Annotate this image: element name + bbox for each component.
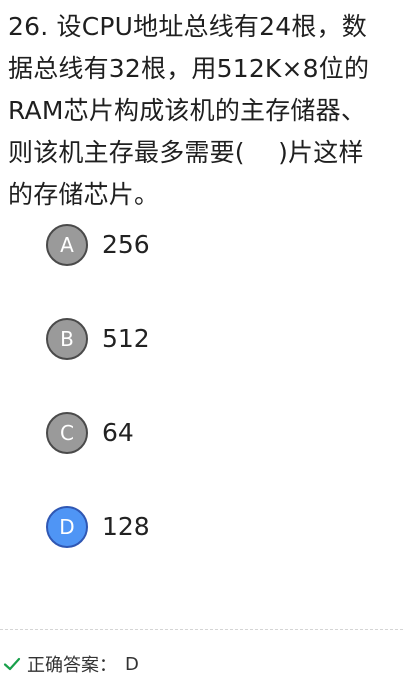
correct-answer-label: 正确答案：: [27, 655, 117, 676]
option-d[interactable]: D 128: [46, 506, 376, 548]
option-c-text: 64: [102, 418, 134, 447]
correct-answer-value: D: [125, 653, 139, 675]
option-c[interactable]: C 64: [46, 412, 376, 454]
question-text: 26. 设CPU地址总线有24根，数据总线有32根，用512K×8位的RAM芯片…: [8, 12, 370, 209]
options-list: A 256 B 512 C 64 D 128: [46, 224, 376, 548]
correct-answer: 正确答案： D: [3, 650, 139, 678]
option-b-badge: B: [46, 318, 88, 360]
option-a-badge: A: [46, 224, 88, 266]
check-icon: [3, 655, 21, 673]
option-a[interactable]: A 256: [46, 224, 376, 266]
option-b[interactable]: B 512: [46, 318, 376, 360]
option-b-text: 512: [102, 324, 150, 353]
option-a-text: 256: [102, 230, 150, 259]
option-d-text: 128: [102, 512, 150, 541]
section-divider: [0, 629, 403, 630]
option-d-badge: D: [46, 506, 88, 548]
option-c-badge: C: [46, 412, 88, 454]
